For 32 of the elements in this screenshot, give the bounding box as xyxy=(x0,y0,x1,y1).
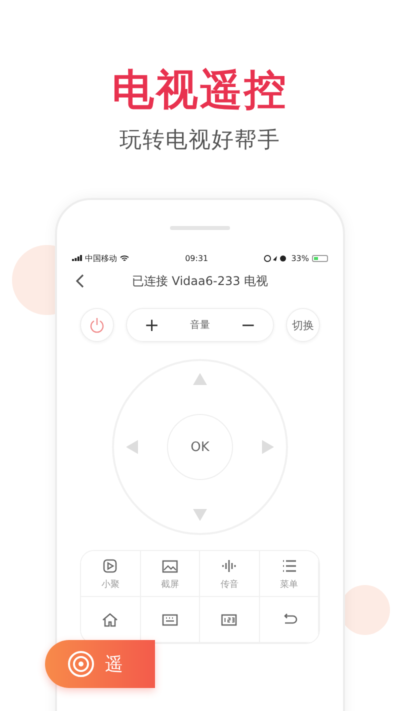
function-button[interactable] xyxy=(81,597,140,643)
signal-icon xyxy=(72,255,82,261)
home-icon xyxy=(101,610,120,628)
wifi-icon xyxy=(120,254,129,262)
status-icons-drawing xyxy=(264,254,288,262)
function-button[interactable]: 菜单 xyxy=(260,551,319,597)
function-button[interactable]: 小聚 xyxy=(81,551,140,597)
up-arrow-icon[interactable] xyxy=(193,373,207,385)
left-arrow-icon[interactable] xyxy=(126,440,138,454)
ok-button[interactable]: OK xyxy=(167,414,233,480)
volume-up-button[interactable]: + xyxy=(140,314,164,336)
function-button[interactable]: 传音 xyxy=(200,551,260,597)
headline: 电视遥控 xyxy=(112,64,288,116)
right-arrow-icon[interactable] xyxy=(262,440,274,454)
battery-percentage: 33% xyxy=(291,254,309,262)
battery-icon xyxy=(312,254,328,262)
clock-time: 09:31 xyxy=(185,254,208,262)
play-icon xyxy=(101,556,120,574)
remote-mode-button[interactable]: 遥 xyxy=(45,640,155,688)
target-icon xyxy=(67,650,95,678)
connection-title: 已连接 Vidaa6-233 电视 xyxy=(132,272,268,290)
down-arrow-icon[interactable] xyxy=(193,509,207,521)
volume-label: 音量 xyxy=(190,318,210,332)
power-button[interactable] xyxy=(80,308,114,342)
back-chevron-icon[interactable] xyxy=(76,274,84,288)
tagline: 玩转电视好帮手 xyxy=(120,127,280,155)
power-icon xyxy=(89,317,105,333)
function-button[interactable] xyxy=(200,597,260,643)
volume-down-button[interactable]: − xyxy=(236,314,260,336)
carrier-name: 中国移动 xyxy=(85,252,117,264)
function-button[interactable]: 截屏 xyxy=(140,551,200,597)
switch-button[interactable]: 切换 xyxy=(286,308,320,342)
